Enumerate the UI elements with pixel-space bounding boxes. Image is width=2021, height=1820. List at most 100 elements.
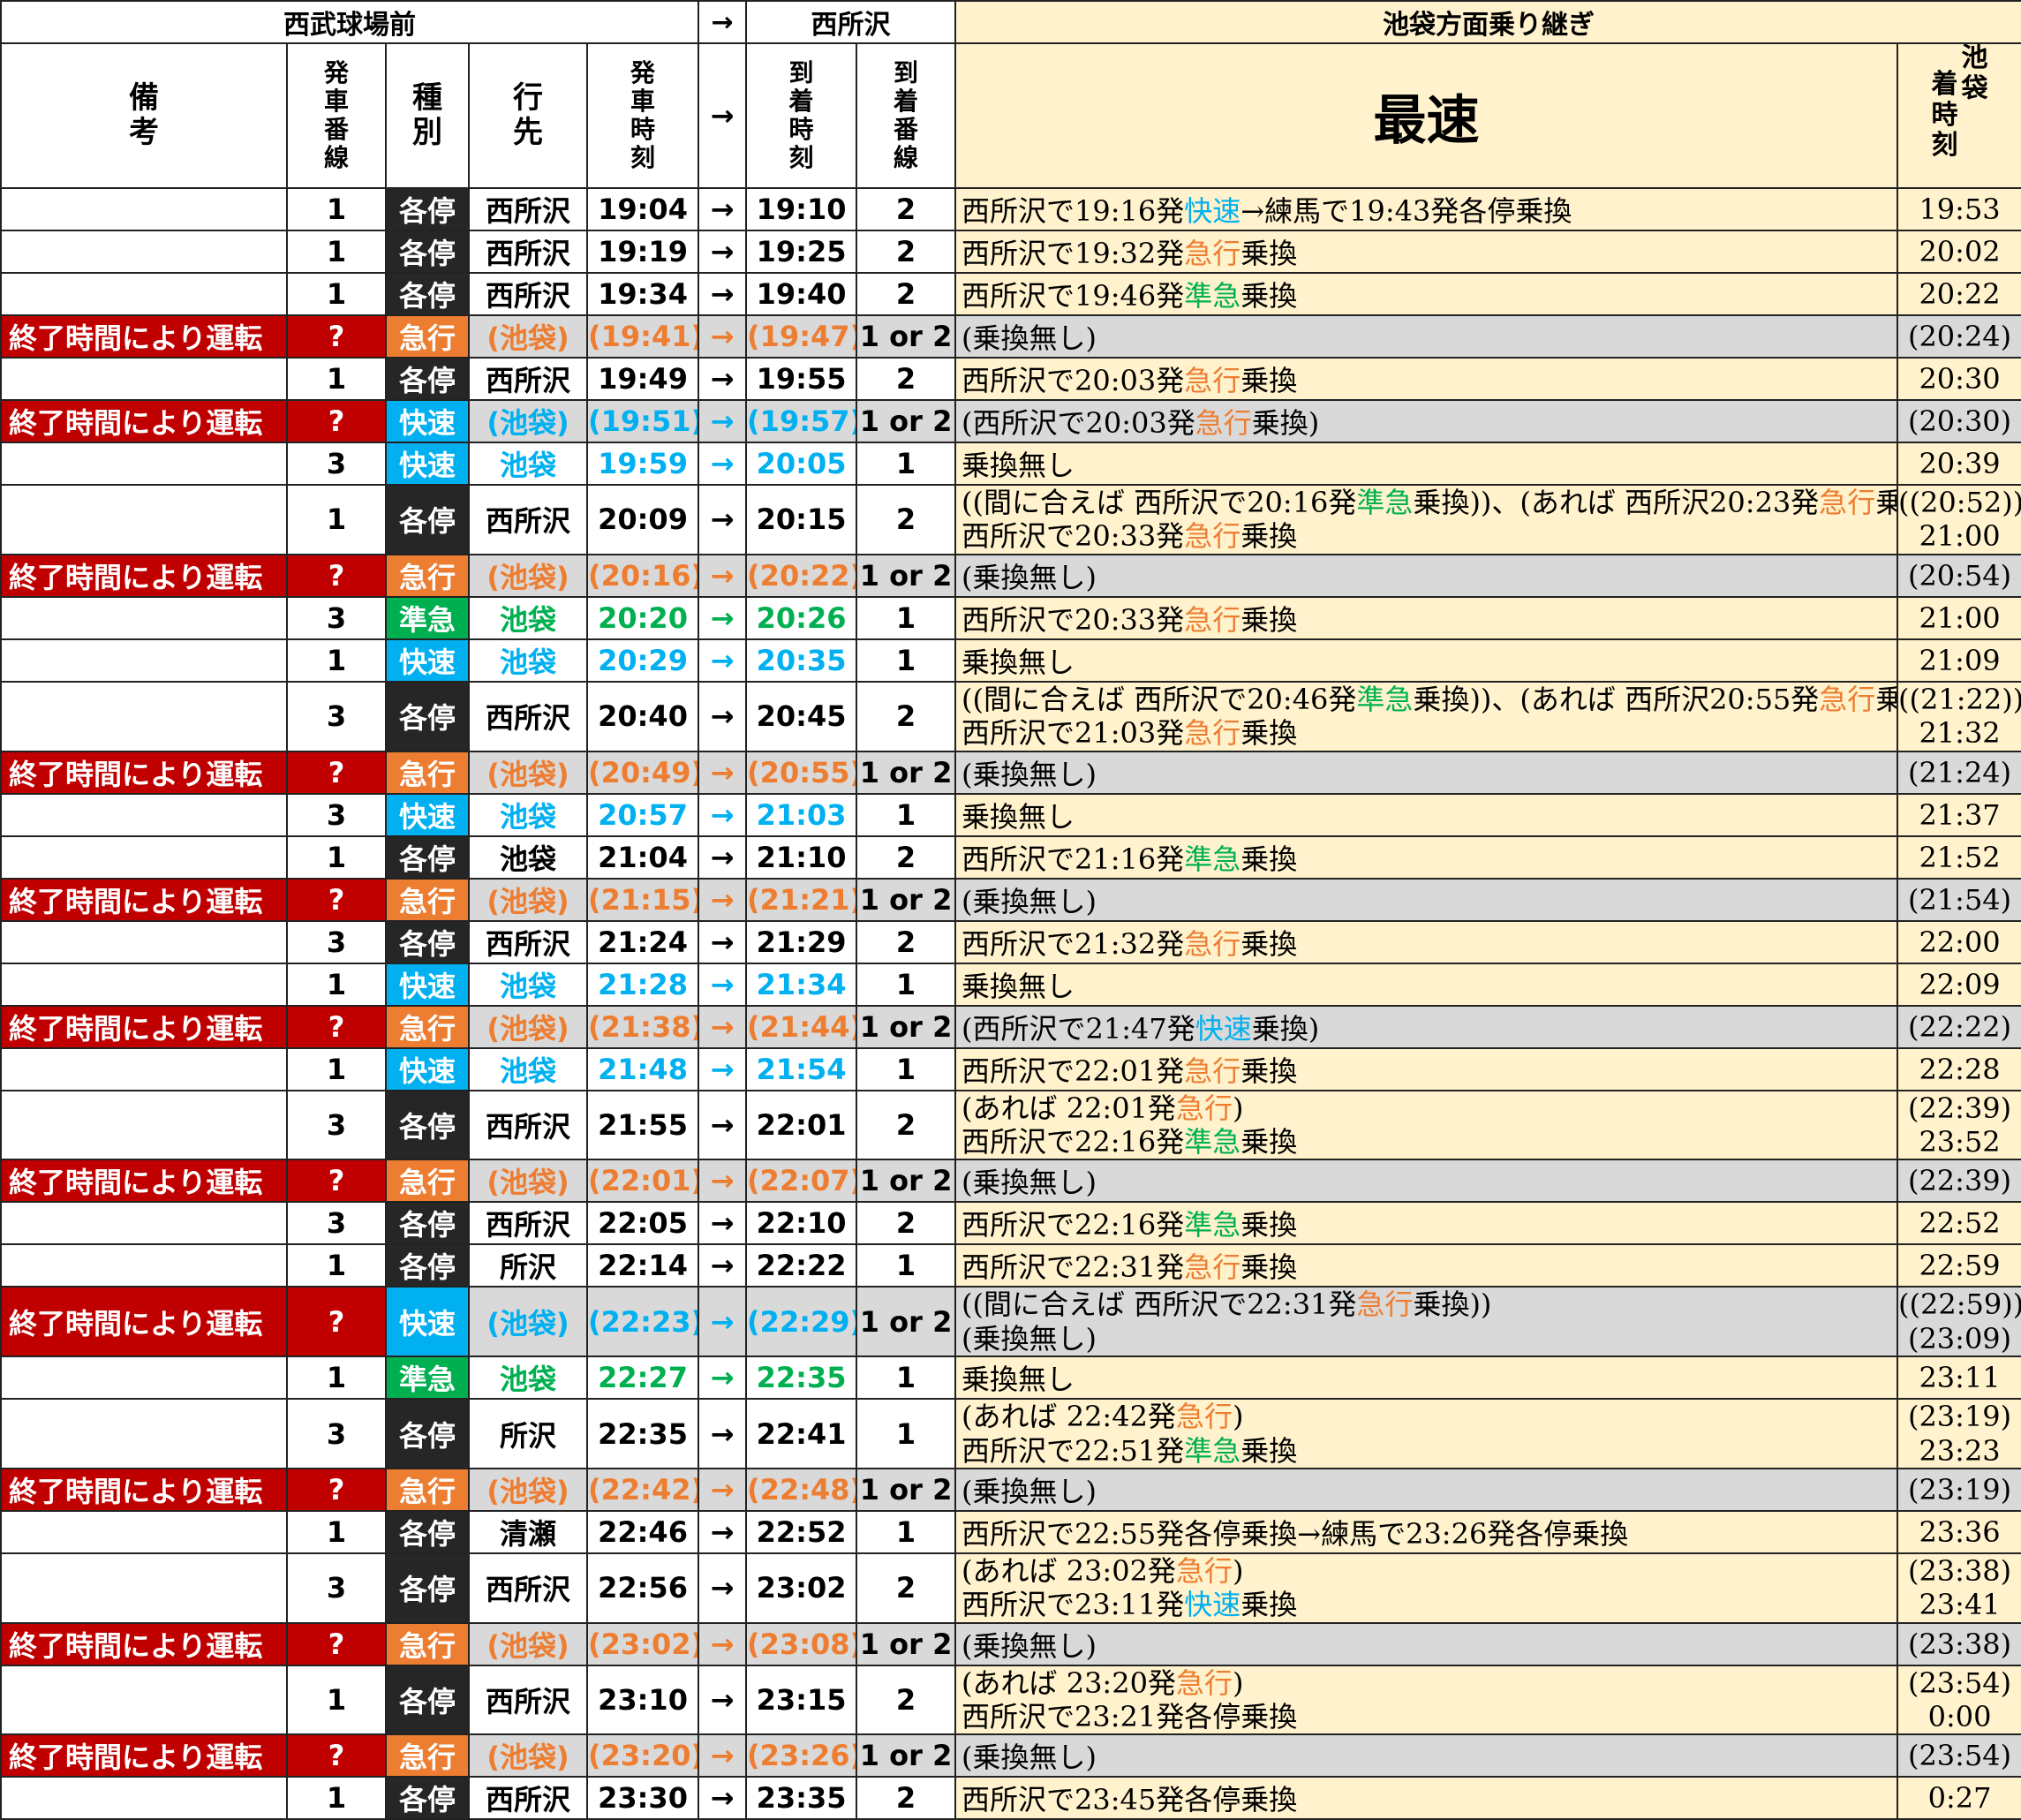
ikebukuro-arrival-time: (22:39) bbox=[1907, 1091, 2012, 1125]
table-row: 3 各停 西所沢 22:05 → 22:10 2 西所沢で22:16発準急乗換 22:52 bbox=[0, 1201, 2021, 1246]
transfer-segment: 準急 bbox=[1356, 682, 1414, 716]
ikebukuro-arrival-cell: (20:24) bbox=[1897, 314, 2021, 359]
destination-cell: (池袋) bbox=[468, 399, 588, 443]
ikebukuro-arrival-time: 22:28 bbox=[1919, 1052, 2001, 1086]
header-char: 車 bbox=[323, 86, 349, 116]
transfer-cell: 西所沢で22:55発各停乗換→練馬で23:26発各停乗換 bbox=[954, 1509, 1899, 1554]
ikebukuro-arrival-cell: (22:39) 23:52 bbox=[1897, 1089, 2021, 1161]
arrow-cell: → bbox=[698, 919, 748, 964]
dep-track-cell: ? bbox=[286, 553, 387, 598]
transfer-cell: (あれば 23:20発急行) 西所沢で23:21発各停乗換 bbox=[954, 1664, 1899, 1736]
transfer-segment: (乗換無し) bbox=[961, 321, 1097, 355]
table-row: 1 各停 西所沢 19:49 → 19:55 2 西所沢で20:03発急行乗換 20:30 bbox=[0, 357, 2021, 401]
table-row: 1 各停 西所沢 19:34 → 19:40 2 西所沢で19:46発準急乗換 20:22 bbox=[0, 272, 2021, 316]
arr-time-cell: 21:54 bbox=[745, 1046, 858, 1091]
ikebukuro-arrival-time: 20:39 bbox=[1919, 447, 2001, 480]
arr-time-cell: 19:55 bbox=[745, 357, 858, 401]
ikebukuro-arrival-cell: 21:09 bbox=[1897, 638, 2021, 683]
ikebukuro-arrival-time: ((22:59)) bbox=[1898, 1288, 2021, 1322]
col-dep-time: 発車時刻 bbox=[585, 42, 700, 189]
train-type-badge: 各停 bbox=[385, 357, 470, 401]
transfer-segment: 西所沢で23:45発各停乗換 bbox=[961, 1783, 1298, 1817]
dep-time-cell: 19:34 bbox=[585, 272, 700, 316]
header-char: 時 bbox=[630, 115, 656, 144]
transfer-line: (乗換無し) bbox=[961, 880, 1896, 919]
arrow-cell: → bbox=[698, 1552, 748, 1624]
header-char: 発 bbox=[630, 57, 656, 87]
transfer-segment: 準急 bbox=[1184, 842, 1241, 876]
train-type-badge: 急行 bbox=[385, 314, 470, 359]
transfer-line: 西所沢で21:32発急行乗換 bbox=[961, 923, 1896, 962]
destination-cell: (池袋) bbox=[468, 1004, 588, 1049]
transfer-line: ((間に合えば 西所沢で20:46発準急乗換))、(あれば 西所沢20:55発急… bbox=[961, 682, 1896, 716]
remark-cell: 終了時間により運転 bbox=[0, 314, 288, 359]
destination-cell: (池袋) bbox=[468, 1733, 588, 1778]
header-arrow: → bbox=[698, 0, 748, 44]
transfer-segment: 西所沢で19:16発 bbox=[961, 194, 1185, 228]
transfer-segment: 急行 bbox=[1175, 1665, 1233, 1700]
transfer-segment: 乗換) bbox=[1251, 406, 1320, 440]
col-type: 種別 bbox=[385, 42, 470, 189]
remark-cell bbox=[0, 187, 288, 231]
ikebukuro-arrival-time: 21:32 bbox=[1919, 716, 2001, 751]
transfer-segment: 西所沢で22:31発 bbox=[961, 1250, 1185, 1285]
table-row: 1 快速 池袋 21:48 → 21:54 1 西所沢で22:01発急行乗換 22:28 bbox=[0, 1046, 2021, 1091]
col-fastest: 最速 bbox=[954, 42, 1899, 189]
arr-time-cell: (22:48) bbox=[745, 1467, 858, 1512]
remark-cell: 終了時間により運転 bbox=[0, 1733, 288, 1778]
arrow-cell: → bbox=[698, 272, 748, 316]
transfer-line: ((間に合えば 西所沢で20:16発準急乗換))、(あれば 西所沢20:23発急… bbox=[961, 487, 1896, 519]
arrow-cell: → bbox=[698, 442, 748, 486]
dep-track-cell: 3 bbox=[286, 1089, 387, 1161]
transfer-cell: (乗換無し) bbox=[954, 750, 1899, 795]
arr-time-cell: 22:10 bbox=[745, 1201, 858, 1246]
remark-cell bbox=[0, 834, 288, 880]
transfer-segment: 乗換 bbox=[1241, 1250, 1298, 1285]
transfer-cell: ((間に合えば 西所沢で22:31発急行乗換)) (乗換無し) bbox=[954, 1286, 1899, 1358]
dep-time-cell: 19:19 bbox=[585, 230, 700, 274]
ikebukuro-arrival-time: 23:23 bbox=[1919, 1433, 2001, 1468]
arr-track-cell: 1 or 2 bbox=[856, 553, 957, 598]
dep-track-cell: 1 bbox=[286, 1046, 387, 1091]
arr-time-cell: (22:29) bbox=[745, 1286, 858, 1358]
ikebukuro-arrival-cell: 0:27 bbox=[1897, 1776, 2021, 1820]
ikebukuro-arrival-time: 21:00 bbox=[1919, 600, 2001, 635]
destination-cell: (池袋) bbox=[468, 1621, 588, 1666]
arrow-cell: → bbox=[698, 1089, 748, 1161]
header-row-2: 備考 発車番線 種別 行先 発車時刻 → 到着時刻 到着番線 最速 池袋 着時刻 bbox=[0, 42, 2021, 189]
header-char: 番 bbox=[323, 115, 349, 144]
transfer-title: 池袋方面乗り継ぎ bbox=[954, 0, 2021, 44]
arr-time-cell: 21:29 bbox=[745, 919, 858, 964]
remark-cell bbox=[0, 1356, 288, 1401]
destination-cell: 西所沢 bbox=[468, 187, 588, 231]
transfer-line: 西所沢で22:31発急行乗換 bbox=[961, 1246, 1896, 1285]
table-row: 終了時間により運転? 急行 (池袋) (19:41) → (19:47) 1 or 2 (乗換… bbox=[0, 314, 2021, 359]
arrow-cell: → bbox=[698, 1467, 748, 1512]
train-type-badge: 各停 bbox=[385, 1776, 470, 1820]
transfer-cell: ((間に合えば 西所沢で20:16発準急乗換))、(あれば 西所沢20:23発急… bbox=[954, 484, 1899, 555]
transfer-segment: 乗換 bbox=[1241, 1588, 1298, 1622]
dep-time-cell: 20:09 bbox=[585, 484, 700, 555]
dep-time-cell: 21:24 bbox=[585, 919, 700, 964]
dep-track-cell: 1 bbox=[286, 272, 387, 316]
header-char: 線 bbox=[323, 143, 349, 173]
arr-track-cell: 2 bbox=[856, 1552, 957, 1624]
table-row: 3 各停 所沢 22:35 → 22:41 1 (あれば 22:42発急行) 西所沢で22:51… bbox=[0, 1398, 2021, 1469]
dep-track-cell: 1 bbox=[286, 834, 387, 880]
header-char: 到 bbox=[788, 57, 814, 87]
header-char: 着 bbox=[894, 86, 919, 116]
train-type-badge: 快速 bbox=[385, 399, 470, 443]
arr-track-cell: 2 bbox=[856, 484, 957, 555]
transfer-line: (乗換無し) bbox=[961, 1161, 1896, 1200]
arr-track-cell: 1 or 2 bbox=[856, 877, 957, 922]
remark-cell bbox=[0, 1089, 288, 1161]
transfer-line: 乗換無し bbox=[961, 965, 1896, 1004]
remark-cell bbox=[0, 792, 288, 837]
table-row: 3 準急 池袋 20:20 → 20:26 1 西所沢で20:33発急行乗換 21:00 bbox=[0, 595, 2021, 640]
transfer-segment: ((間に合えば 西所沢で20:46発 bbox=[961, 682, 1357, 716]
destination-cell: 西所沢 bbox=[468, 1776, 588, 1820]
transfer-line: 西所沢で20:33発急行乗換 bbox=[961, 519, 1896, 552]
transfer-cell: (乗換無し) bbox=[954, 314, 1899, 359]
transfer-segment: 西所沢で22:01発 bbox=[961, 1053, 1185, 1088]
transfer-segment: (乗換無し) bbox=[961, 757, 1097, 791]
